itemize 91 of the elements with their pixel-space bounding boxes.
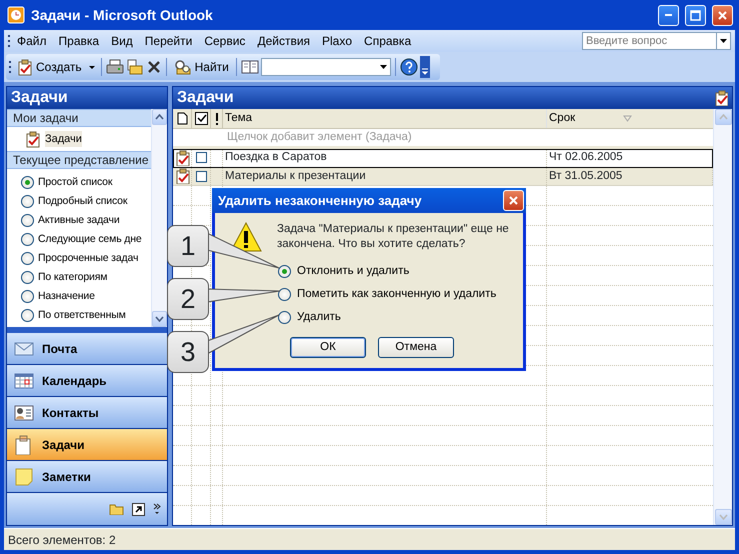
pane-title: Задачи [11, 88, 68, 108]
view-option[interactable]: Простой список [7, 173, 112, 192]
dialog-message: Задача "Материалы к презентации" еще не закончена. Что вы хотите сделать? [277, 222, 510, 252]
menu-item[interactable]: Правка [52, 32, 106, 50]
scrollbar[interactable] [713, 109, 732, 525]
shortcut-icon[interactable] [132, 502, 145, 516]
status-bar: Всего элементов: 2 [4, 528, 735, 550]
toolbar-options-icon[interactable] [420, 56, 430, 78]
maximize-button[interactable] [685, 4, 706, 26]
folder-item[interactable]: Задачи [7, 127, 151, 151]
task-subject: Поездка в Саратов [223, 149, 547, 166]
task-icon [17, 58, 33, 76]
help-search-field[interactable]: Введите вопрос [582, 32, 717, 50]
task-row[interactable]: Материалы к презентации Вт 31.05.2005 [173, 168, 713, 186]
close-button[interactable] [712, 4, 733, 26]
column-header[interactable]: Тема [223, 109, 547, 128]
menu-item[interactable]: Вид [105, 32, 139, 50]
view-option[interactable]: Просроченные задач [7, 249, 138, 268]
address-book-icon[interactable] [240, 59, 259, 75]
window-title: Задачи - Microsoft Outlook [31, 6, 214, 25]
view-option[interactable]: По ответственным [7, 306, 126, 325]
new-button[interactable]: Создать [14, 57, 85, 77]
menu-item[interactable]: Plaxo [316, 32, 358, 50]
navigation-button[interactable]: Контакты [7, 397, 167, 429]
folder-icon[interactable] [109, 503, 124, 515]
radio-option[interactable]: Пометить как законченную и удалить [278, 283, 496, 306]
delete-icon[interactable] [146, 59, 162, 75]
task-icon [714, 90, 728, 106]
menu-item[interactable]: Действия [251, 32, 316, 50]
scroll-down-icon [155, 316, 164, 322]
address-book-search-field[interactable] [260, 58, 391, 76]
navigation-button[interactable]: Календарь [7, 365, 167, 397]
pane-title: Задачи [177, 88, 234, 108]
view-option[interactable]: По категориям [7, 268, 108, 287]
scroll-down-icon [718, 514, 728, 520]
ok-button[interactable]: ОК [290, 337, 366, 358]
view-option[interactable]: Активные задачи [7, 211, 120, 230]
more-buttons-icon[interactable] [153, 502, 161, 516]
task-icon [174, 150, 190, 166]
scroll-up-icon [155, 114, 164, 120]
dropdown-button[interactable] [717, 32, 731, 50]
navigation-button[interactable]: Заметки [7, 461, 167, 493]
dropdown-icon [380, 65, 387, 69]
close-button[interactable] [503, 190, 524, 211]
cancel-button[interactable]: Отмена [378, 337, 454, 358]
task-subject: Материалы к презентации [223, 168, 547, 185]
scroll-up-icon [718, 114, 728, 120]
menu-item[interactable]: Сервис [198, 32, 252, 50]
navigation-button[interactable]: Задачи [7, 429, 167, 461]
menu-item[interactable]: Файл [11, 32, 53, 50]
close-icon [508, 195, 519, 206]
move-to-folder-icon[interactable] [126, 59, 144, 75]
task-icon [174, 168, 190, 184]
navigation-button[interactable]: Почта [7, 333, 167, 365]
callout-label: 1 [167, 225, 209, 267]
task-icon [25, 130, 41, 148]
view-option[interactable]: Следующие семь дне [7, 230, 142, 249]
checkbox[interactable] [196, 152, 206, 164]
calendar-icon [14, 370, 34, 390]
view-option[interactable]: Назначение [7, 287, 95, 306]
checkbox-icon [194, 112, 208, 125]
sort-icon [623, 115, 632, 122]
checkbox[interactable] [196, 170, 206, 182]
minimize-icon [665, 14, 672, 16]
page-icon [176, 112, 188, 125]
close-icon [717, 10, 728, 20]
dialog-title: Удалить незаконченную задачу [218, 192, 422, 210]
find-button[interactable]: Найти [170, 57, 232, 77]
menu-item[interactable]: Перейти [138, 32, 198, 50]
grip-icon [9, 60, 12, 74]
help-icon[interactable] [400, 58, 418, 76]
maximize-icon [690, 10, 701, 20]
outlook-app-icon [7, 6, 25, 24]
section-header: Мои задачи [7, 109, 151, 127]
radio-option[interactable]: Отклонить и удалить [278, 260, 410, 283]
importance-icon [214, 112, 218, 124]
print-icon[interactable] [106, 59, 124, 75]
section-header: Текущее представление [7, 151, 151, 169]
scrollbar[interactable] [151, 109, 167, 327]
contact-card-icon [14, 402, 34, 422]
find-icon [174, 58, 192, 76]
view-option[interactable]: Подробный список [7, 192, 128, 211]
column-header[interactable]: Срок [547, 109, 713, 128]
note-icon [14, 466, 34, 486]
callout-label: 3 [167, 331, 209, 373]
callout-label: 2 [167, 278, 209, 320]
radio-option[interactable]: Удалить [278, 306, 341, 329]
menu-item[interactable]: Справка [358, 32, 418, 50]
dropdown-icon [720, 39, 727, 43]
minimize-button[interactable] [658, 4, 679, 26]
grip-icon [8, 34, 11, 48]
